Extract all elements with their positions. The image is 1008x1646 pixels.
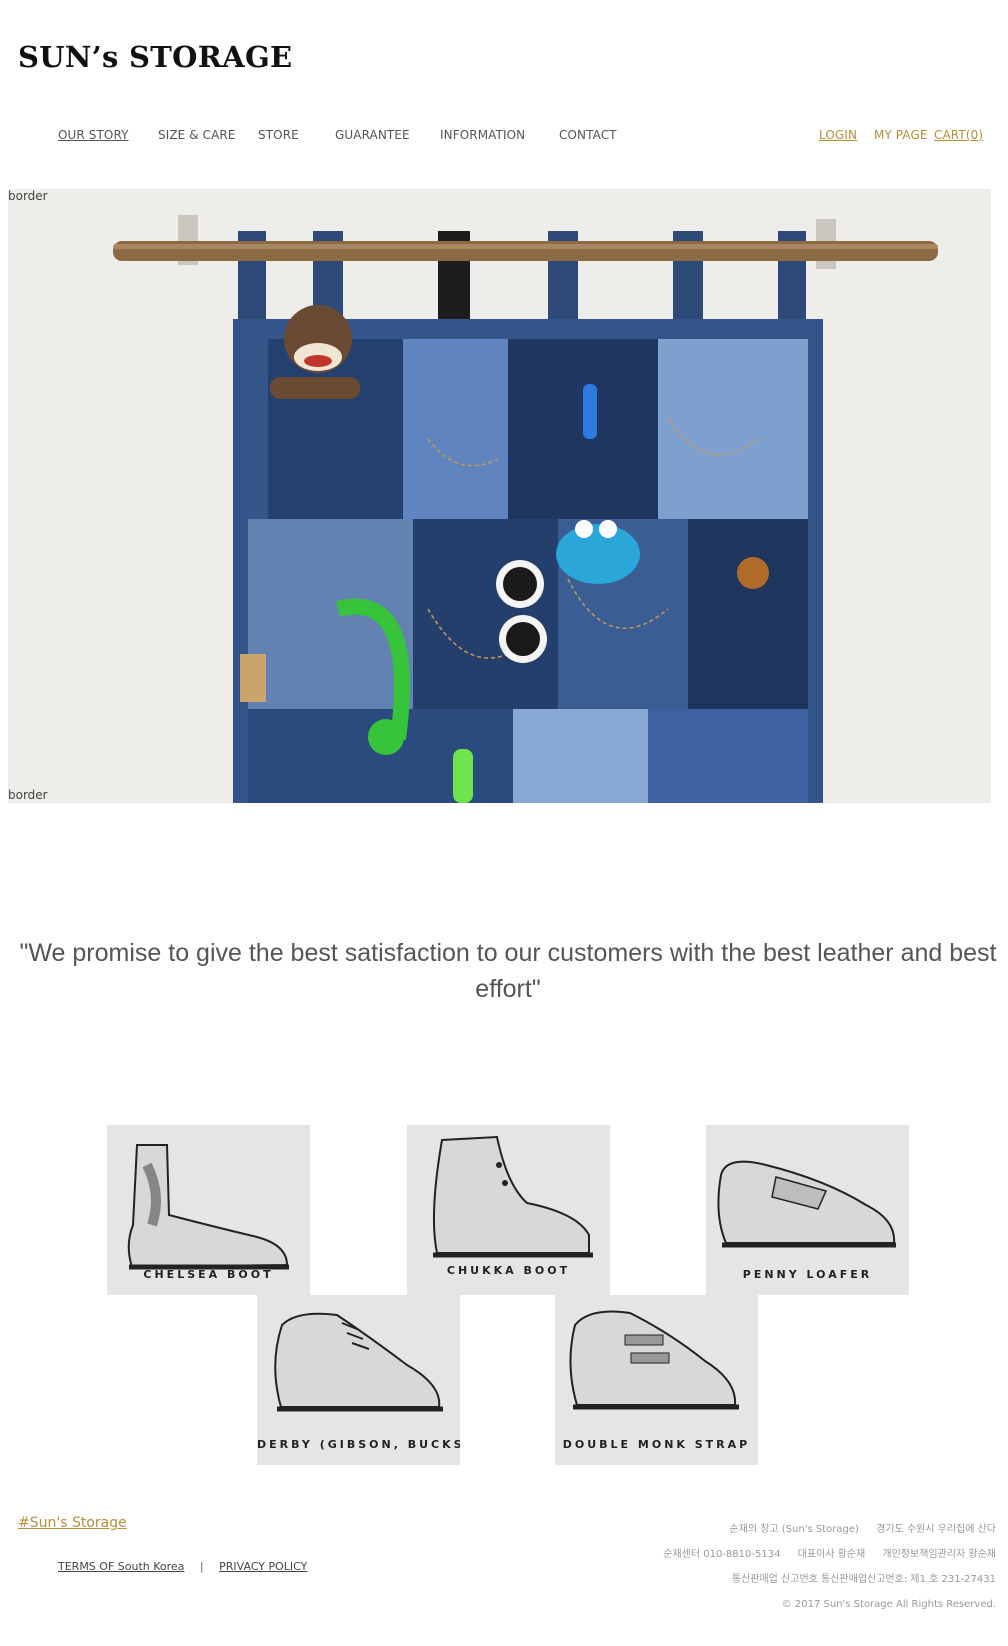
cart-link[interactable]: CART(0) [934, 128, 983, 142]
nav-size-care[interactable]: SIZE & CARE [158, 128, 236, 142]
login-link[interactable]: LOGIN [819, 128, 857, 142]
company-address: 경기도 수원시 우리집에 산다 [876, 1524, 996, 1535]
shoe-label: PENNY LOAFER [742, 1268, 873, 1281]
mypage-link[interactable]: MY PAGE [874, 128, 928, 142]
hero-alt-text-top: border [8, 189, 48, 203]
company-name: 순재의 창고 (Sun's Storage) [729, 1524, 859, 1535]
hero-alt-text-bottom: border [8, 788, 48, 802]
nav-store[interactable]: STORE [258, 128, 299, 142]
company-ceo: 대표이사 황순재 [797, 1549, 866, 1560]
shoe-label: DOUBLE MONK STRAP [562, 1438, 751, 1451]
denim-organizer-illustration [8, 189, 991, 803]
company-info-line: 순재센터 010-8810-5134 대표이사 황순재 개인정보책임관리자 황순… [649, 1542, 996, 1567]
shoe-tile-derby[interactable]: DERBY (GIBSON, BUCKS) [257, 1295, 460, 1465]
business-registration: 통신판매업 신고번호 통신판매업신고번호: 제1 호 231-27431 [731, 1574, 996, 1585]
shoe-tile-double-monk-strap[interactable]: DOUBLE MONK STRAP [555, 1295, 758, 1465]
nav-information[interactable]: INFORMATION [440, 128, 525, 142]
company-info-line: 순재의 창고 (Sun's Storage) 경기도 수원시 우리집에 산다 [649, 1517, 996, 1542]
shoe-label: CHUKKA BOOT [446, 1264, 571, 1277]
privacy-policy-link[interactable]: PRIVACY POLICY [219, 1560, 307, 1573]
company-info-line: 통신판매업 신고번호 통신판매업신고번호: 제1 호 231-27431 [649, 1567, 996, 1592]
nav-contact[interactable]: CONTACT [559, 128, 617, 142]
terms-link[interactable]: TERMS OF South Korea [58, 1560, 184, 1573]
footer-links: TERMS OF South Korea | PRIVACY POLICY [58, 1560, 307, 1573]
privacy-officer: 개인정보책임관리자 황순재 [882, 1549, 996, 1560]
nav-our-story[interactable]: OUR STORY [58, 128, 129, 142]
company-phone: 순재센터 010-8810-5134 [663, 1549, 781, 1560]
company-info-line: © 2017 Sun's Storage All Rights Reserved… [649, 1592, 996, 1617]
site-logo[interactable]: SUN’s STORAGE [18, 40, 292, 74]
hero-image [8, 189, 991, 803]
shoe-tile-chukka-boot[interactable]: CHUKKA BOOT [407, 1125, 610, 1295]
shoe-tile-chelsea-boot[interactable]: CHELSEA BOOT [107, 1125, 310, 1295]
footer-separator: | [199, 1560, 204, 1573]
shoe-tile-penny-loafer[interactable]: PENNY LOAFER [706, 1125, 909, 1295]
brand-promise-quote: "We promise to give the best satisfactio… [19, 939, 997, 1003]
company-info: 순재의 창고 (Sun's Storage) 경기도 수원시 우리집에 산다 순… [649, 1517, 996, 1617]
shoe-label: DERBY (GIBSON, BUCKS) [257, 1438, 460, 1451]
shoe-label: CHELSEA BOOT [143, 1268, 274, 1281]
footer-brand-link[interactable]: #Sun's Storage [18, 1515, 127, 1531]
copyright: © 2017 Sun's Storage All Rights Reserved… [781, 1599, 996, 1610]
nav-guarantee[interactable]: GUARANTEE [335, 128, 410, 142]
